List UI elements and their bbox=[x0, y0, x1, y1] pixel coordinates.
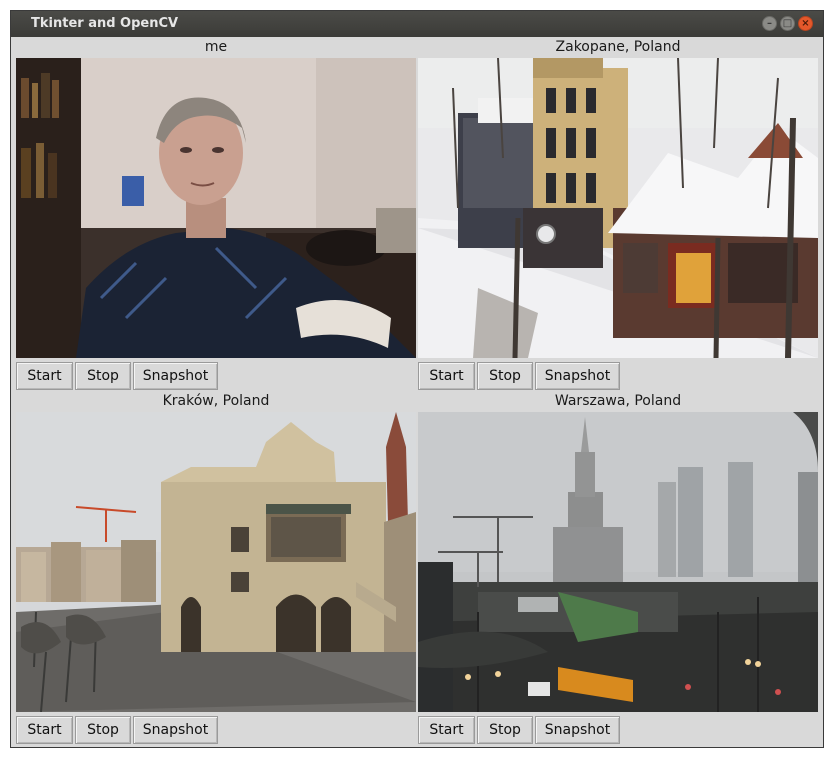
camera-view bbox=[418, 412, 818, 712]
camera-view bbox=[418, 58, 818, 358]
camera-pane-krakow: Kraków, Poland Start Stop Snapshot bbox=[16, 391, 416, 745]
minimize-icon[interactable]: – bbox=[762, 16, 777, 31]
title-bar[interactable]: Tkinter and OpenCV – □ × bbox=[11, 11, 823, 37]
start-button[interactable]: Start bbox=[418, 362, 475, 390]
camera-view bbox=[16, 412, 416, 712]
close-icon[interactable]: × bbox=[798, 16, 813, 31]
snapshot-button[interactable]: Snapshot bbox=[535, 716, 620, 744]
camera-title: Kraków, Poland bbox=[162, 393, 270, 409]
window-title: Tkinter and OpenCV bbox=[31, 16, 179, 31]
camera-title: me bbox=[204, 39, 228, 55]
camera-title: Zakopane, Poland bbox=[555, 39, 681, 55]
snapshot-button[interactable]: Snapshot bbox=[133, 716, 218, 744]
camera-pane-me: me Start Stop Snapshot bbox=[16, 37, 416, 391]
camera-view bbox=[16, 58, 416, 358]
maximize-icon[interactable]: □ bbox=[780, 16, 795, 31]
app-window: Tkinter and OpenCV – □ × me Start Stop S… bbox=[10, 10, 824, 748]
start-button[interactable]: Start bbox=[16, 362, 73, 390]
camera-title: Warszawa, Poland bbox=[554, 393, 682, 409]
snapshot-button[interactable]: Snapshot bbox=[133, 362, 218, 390]
snapshot-button[interactable]: Snapshot bbox=[535, 362, 620, 390]
stop-button[interactable]: Stop bbox=[75, 716, 131, 744]
camera-pane-zakopane: Zakopane, Poland Start Stop Snapshot bbox=[418, 37, 818, 391]
start-button[interactable]: Start bbox=[16, 716, 73, 744]
stop-button[interactable]: Stop bbox=[477, 716, 533, 744]
stop-button[interactable]: Stop bbox=[75, 362, 131, 390]
camera-pane-warszawa: Warszawa, Poland Start Stop Snapshot bbox=[418, 391, 818, 745]
start-button[interactable]: Start bbox=[418, 716, 475, 744]
stop-button[interactable]: Stop bbox=[477, 362, 533, 390]
